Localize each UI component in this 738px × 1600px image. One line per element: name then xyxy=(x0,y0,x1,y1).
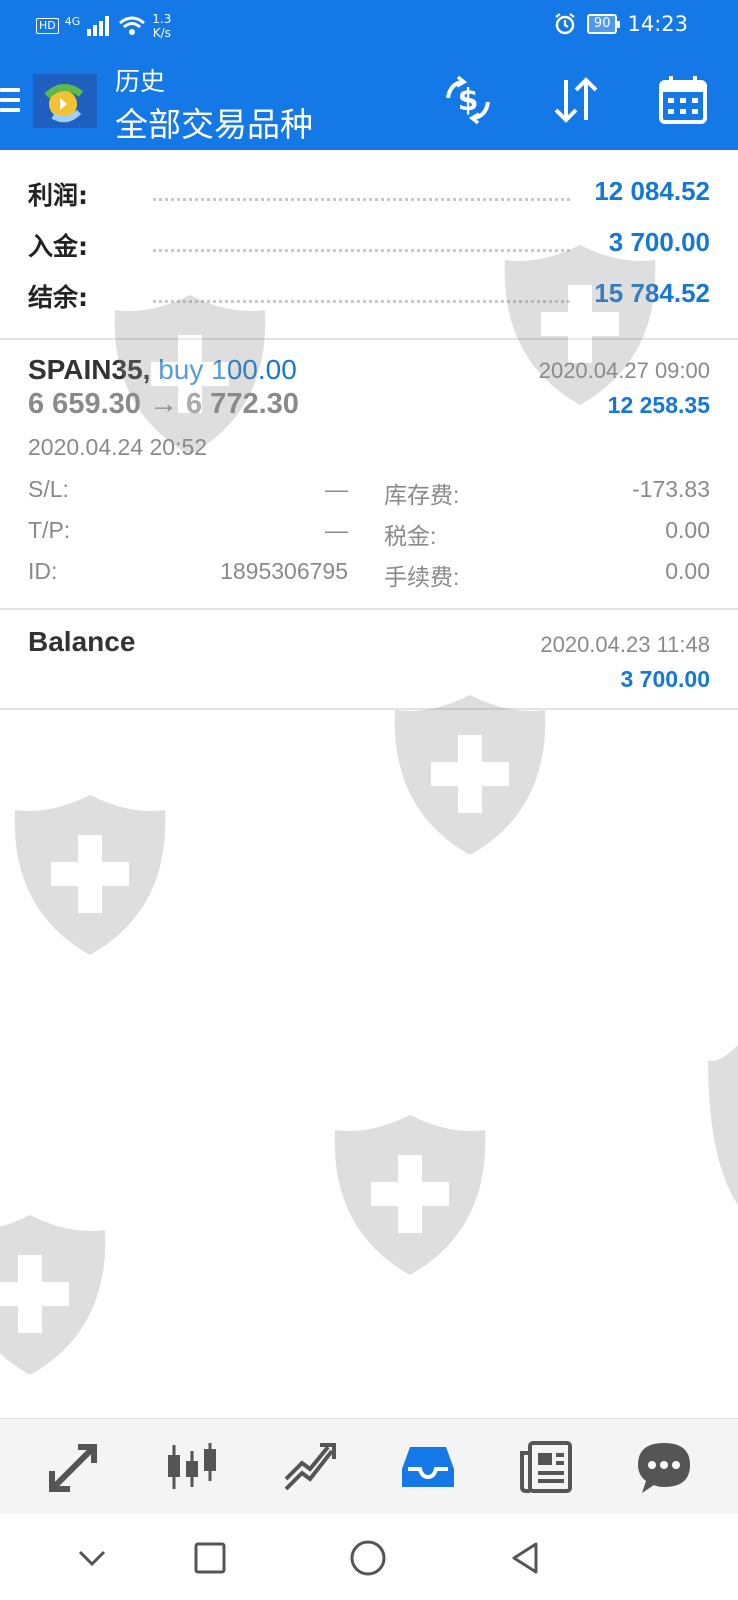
history-icon[interactable] xyxy=(398,1437,458,1497)
dotted-leader xyxy=(153,198,570,201)
status-bar: HD 4G 1.3 K/s 90 14:23 xyxy=(0,0,738,52)
speed-unit: K/s xyxy=(152,26,171,40)
hd-indicator: HD xyxy=(36,18,59,34)
currency-exchange-icon[interactable]: $ xyxy=(440,72,496,128)
balance-label: Balance xyxy=(28,626,136,657)
page-title[interactable]: 全部交易品种 xyxy=(115,98,313,146)
network-type: 4G xyxy=(64,14,81,28)
detail-value-commission: 0.00 xyxy=(665,558,710,584)
shield-watermark-icon xyxy=(394,695,546,855)
dotted-leader xyxy=(153,300,570,303)
clock: 14:23 xyxy=(627,12,688,36)
trade-price-range: 6 659.30 → 6 772.30 xyxy=(28,388,299,420)
detail-label-id: ID: xyxy=(28,558,58,584)
toolbar: 历史 全部交易品种 $ xyxy=(0,52,738,150)
back-chevron-icon[interactable] xyxy=(70,1536,114,1580)
summary-label: 结余: xyxy=(28,283,88,312)
chart-icon[interactable] xyxy=(162,1437,222,1497)
trade-profit: 12 258.35 xyxy=(607,392,710,418)
status-right: 90 14:23 xyxy=(553,12,688,36)
detail-value-tp: — xyxy=(325,517,348,543)
alarm-icon xyxy=(555,13,575,35)
trade-open-time: 2020.04.24 20:52 xyxy=(28,434,208,460)
detail-label-tax: 税金: xyxy=(384,523,437,549)
balance-amount: 3 700.00 xyxy=(620,666,710,692)
wifi-icon xyxy=(119,16,146,35)
history-entry-trade[interactable]: SPAIN35, buy 100.00 6 659.30 → 6 772.30 … xyxy=(0,342,738,610)
app-logo xyxy=(33,74,97,128)
trade-close-time: 2020.04.27 09:00 xyxy=(538,358,710,383)
summary-label: 利润: xyxy=(28,181,88,210)
detail-value-swap: -173.83 xyxy=(631,476,710,502)
news-icon[interactable] xyxy=(516,1437,576,1497)
speed-value: 1.3 xyxy=(152,12,172,26)
bottom-navigation xyxy=(0,1418,738,1514)
summary-value: 3 700.00 xyxy=(608,227,710,257)
detail-value-sl: — xyxy=(325,476,348,502)
calendar-icon[interactable] xyxy=(655,72,711,128)
trade-icon[interactable] xyxy=(280,1437,340,1497)
detail-value-tax: 0.00 xyxy=(665,517,710,543)
trade-symbol-line: SPAIN35, buy 100.00 xyxy=(28,354,297,386)
menu-icon[interactable] xyxy=(0,88,22,114)
summary-value: 15 784.52 xyxy=(594,278,710,308)
shield-watermark-icon xyxy=(708,1045,738,1205)
shield-watermark-icon xyxy=(334,1115,486,1275)
balance-time: 2020.04.23 11:48 xyxy=(540,632,710,657)
summary-value: 12 084.52 xyxy=(594,176,710,206)
shield-watermark-icon xyxy=(0,1215,106,1375)
app-header: HD 4G 1.3 K/s 90 14:23 历史 全部交易品种 $ xyxy=(0,0,738,150)
detail-label-tp: T/P: xyxy=(28,517,71,543)
dotted-leader xyxy=(153,249,570,252)
trade-side: buy 100.00 xyxy=(158,354,297,385)
recents-square-icon[interactable] xyxy=(188,1536,232,1580)
system-navigation xyxy=(0,1514,738,1600)
detail-label-sl: S/L: xyxy=(28,476,69,502)
svg-text:$: $ xyxy=(458,83,479,118)
sort-icon[interactable] xyxy=(548,72,604,128)
history-entry-balance[interactable]: Balance 2020.04.23 11:48 3 700.00 xyxy=(0,612,738,710)
summary-row-profit: 利润: 12 084.52 xyxy=(28,176,710,216)
battery-indicator: 90 xyxy=(586,14,620,34)
shield-watermark-icon xyxy=(14,795,166,955)
network-speed: 1.3 K/s xyxy=(152,12,171,40)
summary-row-balance: 结余: 15 784.52 xyxy=(28,278,710,318)
signal-icon xyxy=(87,16,110,36)
detail-label-swap: 库存费: xyxy=(384,482,460,508)
detail-value-id: 1895306795 xyxy=(220,558,348,584)
detail-label-commission: 手续费: xyxy=(384,564,460,590)
back-triangle-icon[interactable] xyxy=(504,1536,548,1580)
quotes-icon[interactable] xyxy=(44,1437,104,1497)
home-circle-icon[interactable] xyxy=(346,1536,390,1580)
status-left: HD 4G 1.3 K/s xyxy=(36,12,171,40)
page-subtitle: 历史 xyxy=(115,67,166,96)
trade-symbol: SPAIN35, xyxy=(28,354,151,385)
chat-icon[interactable] xyxy=(634,1437,694,1497)
metatrader-logo-icon xyxy=(33,74,97,128)
summary-label: 入金: xyxy=(28,232,88,261)
summary-panel: 利润: 12 084.52 入金: 3 700.00 结余: 15 784.52 xyxy=(0,150,738,340)
summary-row-deposit: 入金: 3 700.00 xyxy=(28,227,710,267)
